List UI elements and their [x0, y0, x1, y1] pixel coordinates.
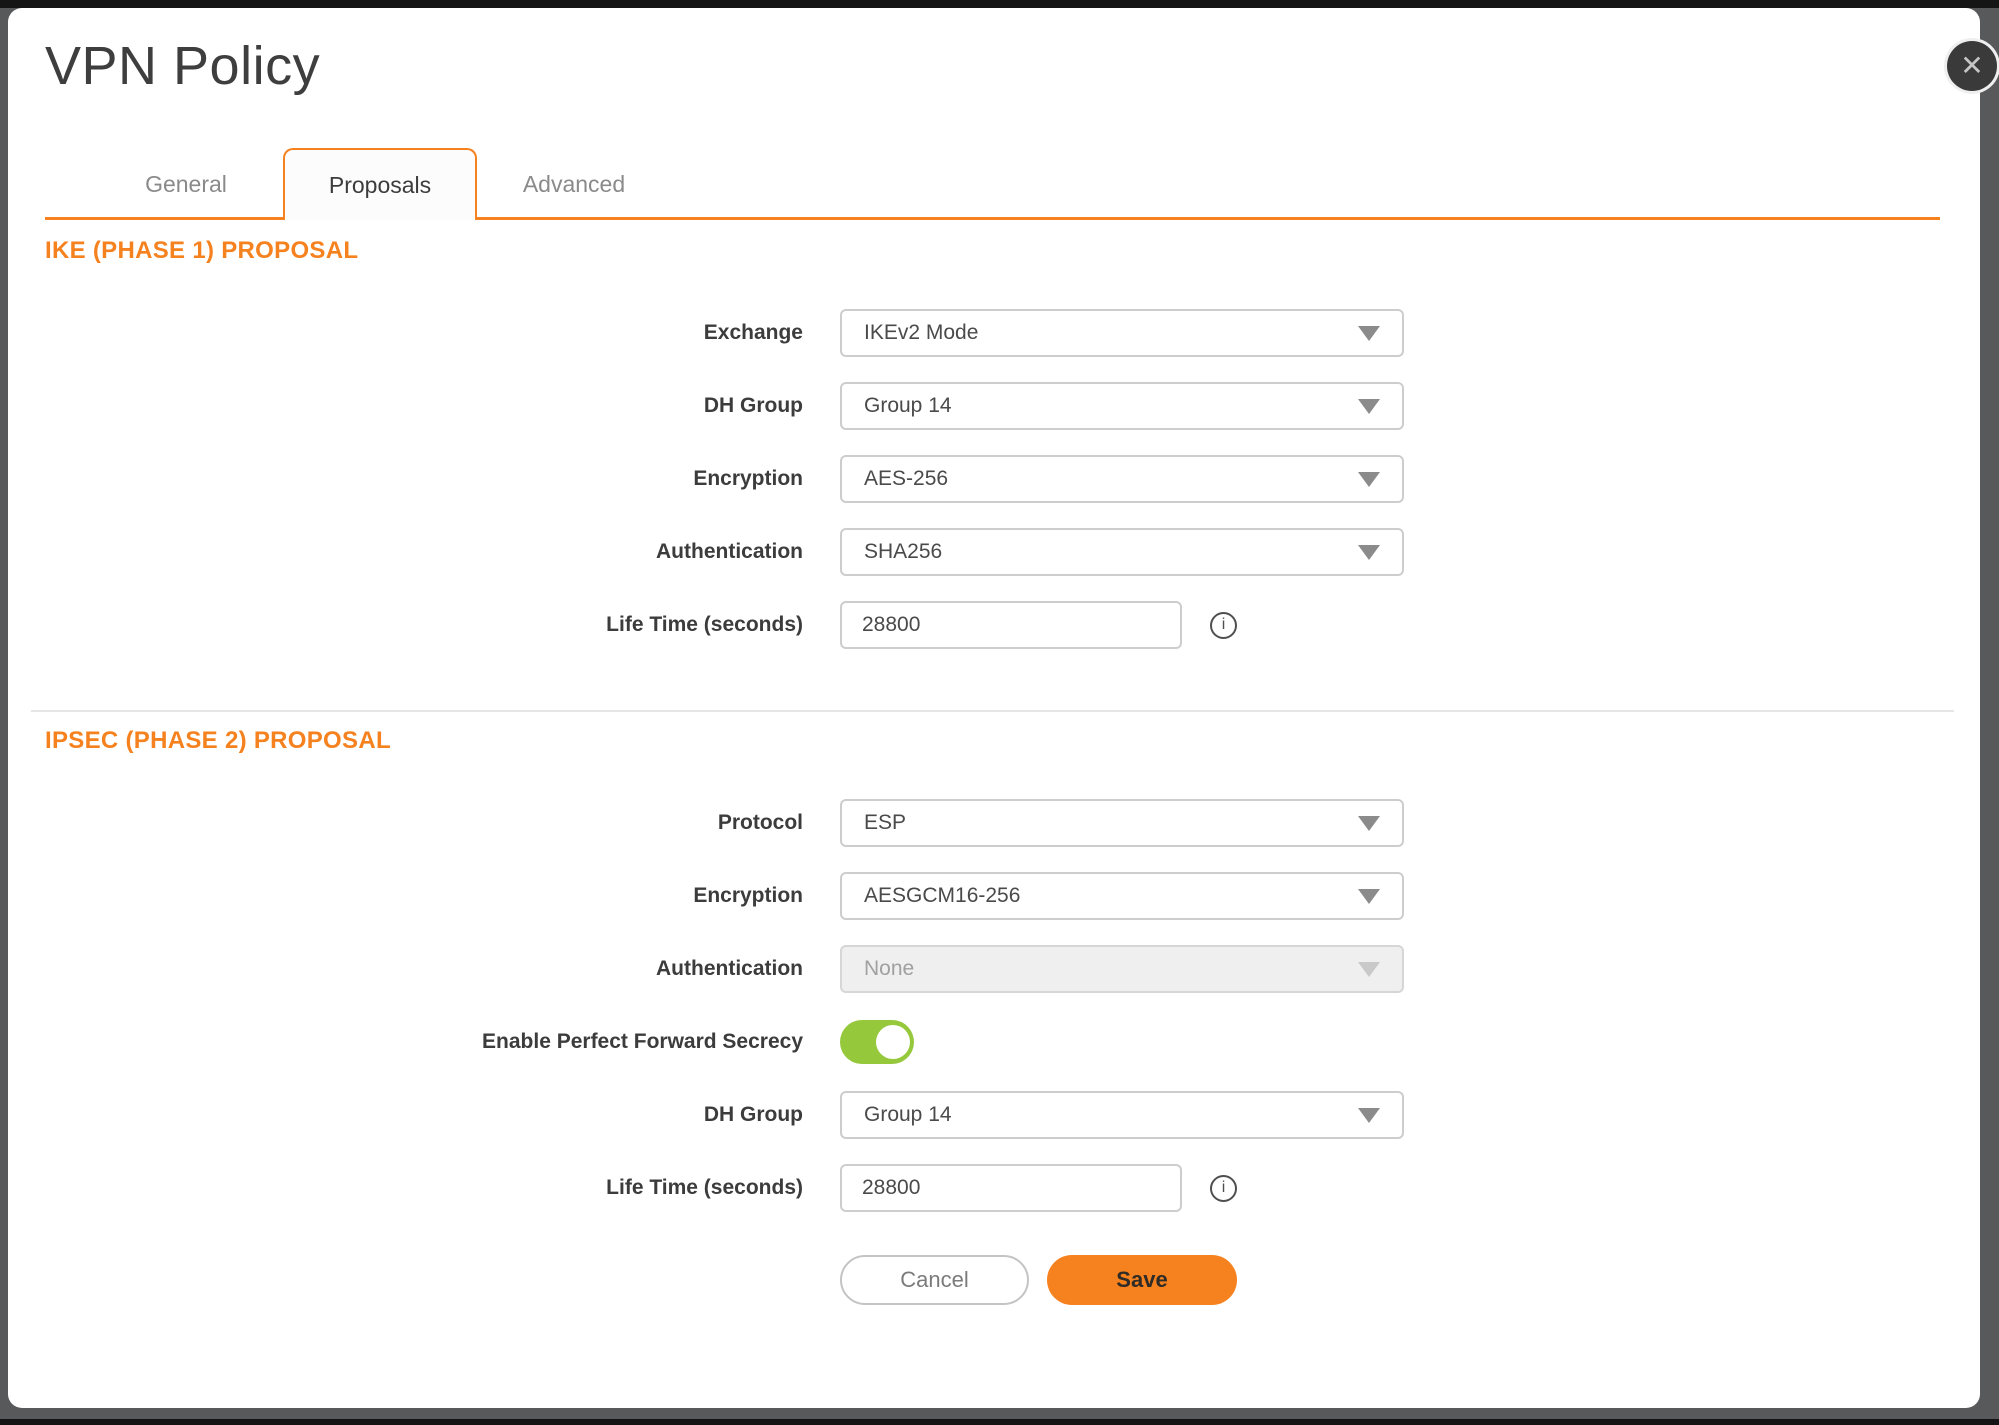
ipsec-dh-group-value: Group 14	[842, 1103, 952, 1127]
ike-encryption-value: AES-256	[842, 467, 948, 491]
pfs-toggle-knob	[876, 1025, 910, 1059]
cancel-button[interactable]: Cancel	[840, 1255, 1029, 1305]
chevron-down-icon	[1358, 889, 1380, 904]
chevron-down-icon	[1358, 326, 1380, 341]
ike-encryption-select[interactable]: AES-256	[840, 455, 1404, 503]
exchange-value: IKEv2 Mode	[842, 321, 978, 345]
exchange-select[interactable]: IKEv2 Mode	[840, 309, 1404, 357]
chevron-down-icon	[1358, 399, 1380, 414]
page-title: VPN Policy	[45, 34, 1940, 98]
ike-dh-group-row: DH Group Group 14	[45, 382, 1940, 430]
ipsec-dh-group-row: DH Group Group 14	[45, 1091, 1940, 1139]
chevron-down-icon	[1358, 816, 1380, 831]
pfs-row: Enable Perfect Forward Secrecy	[45, 1018, 1940, 1066]
info-icon[interactable]: i	[1210, 612, 1237, 639]
exchange-label: Exchange	[45, 321, 803, 345]
ipsec-life-time-input[interactable]	[840, 1164, 1182, 1212]
chevron-down-icon	[1358, 1108, 1380, 1123]
ipsec-encryption-value: AESGCM16-256	[842, 884, 1020, 908]
info-icon[interactable]: i	[1210, 1175, 1237, 1202]
ike-authentication-select[interactable]: SHA256	[840, 528, 1404, 576]
ike-authentication-value: SHA256	[842, 540, 942, 564]
ipsec-life-time-row: Life Time (seconds) i	[45, 1164, 1940, 1212]
footer-buttons: Cancel Save	[840, 1255, 1940, 1305]
ike-encryption-label: Encryption	[45, 467, 803, 491]
ipsec-phase2-heading: IPSEC (PHASE 2) PROPOSAL	[45, 726, 1940, 756]
pfs-toggle[interactable]	[840, 1020, 914, 1064]
chevron-down-icon	[1358, 472, 1380, 487]
screenshot-frame: VPN Policy General Proposals Advanced IK…	[0, 0, 1999, 1425]
window-frame-top	[0, 0, 1999, 8]
ipsec-dh-group-select[interactable]: Group 14	[840, 1091, 1404, 1139]
ike-encryption-row: Encryption AES-256	[45, 455, 1940, 503]
ipsec-authentication-select-disabled: None	[840, 945, 1404, 993]
chevron-down-icon	[1358, 545, 1380, 560]
ipsec-authentication-label: Authentication	[45, 957, 803, 981]
save-button[interactable]: Save	[1047, 1255, 1237, 1305]
tab-advanced[interactable]: Advanced	[477, 148, 671, 220]
chevron-down-icon	[1358, 962, 1380, 977]
ike-dh-group-select[interactable]: Group 14	[840, 382, 1404, 430]
ike-life-time-label: Life Time (seconds)	[45, 613, 803, 637]
tab-general-label: General	[145, 171, 227, 198]
protocol-row: Protocol ESP	[45, 799, 1940, 847]
pfs-label: Enable Perfect Forward Secrecy	[45, 1030, 803, 1054]
info-icon-glyph: i	[1222, 1179, 1226, 1197]
ipsec-encryption-label: Encryption	[45, 884, 803, 908]
ipsec-encryption-row: Encryption AESGCM16-256	[45, 872, 1940, 920]
ipsec-dh-group-label: DH Group	[45, 1103, 803, 1127]
tab-general[interactable]: General	[89, 148, 283, 220]
ike-authentication-label: Authentication	[45, 540, 803, 564]
window-frame-bottom	[0, 1419, 1999, 1425]
tab-bar: General Proposals Advanced	[45, 148, 1940, 220]
tab-proposals[interactable]: Proposals	[283, 148, 477, 220]
ipsec-authentication-row: Authentication None	[45, 945, 1940, 993]
protocol-value: ESP	[842, 811, 906, 835]
ike-phase1-heading: IKE (PHASE 1) PROPOSAL	[45, 236, 1940, 266]
ipsec-life-time-label: Life Time (seconds)	[45, 1176, 803, 1200]
ike-dh-group-value: Group 14	[842, 394, 952, 418]
tab-proposals-label: Proposals	[329, 172, 431, 199]
ipsec-authentication-value: None	[842, 957, 914, 981]
ike-dh-group-label: DH Group	[45, 394, 803, 418]
tab-advanced-label: Advanced	[523, 171, 625, 198]
protocol-label: Protocol	[45, 811, 803, 835]
ike-life-time-input[interactable]	[840, 601, 1182, 649]
vpn-policy-dialog: VPN Policy General Proposals Advanced IK…	[8, 8, 1980, 1408]
exchange-row: Exchange IKEv2 Mode	[45, 309, 1940, 357]
dialog-content: VPN Policy General Proposals Advanced IK…	[8, 34, 1980, 1305]
info-icon-glyph: i	[1222, 616, 1226, 634]
protocol-select[interactable]: ESP	[840, 799, 1404, 847]
close-button[interactable]: ✕	[1944, 38, 1999, 94]
ike-life-time-row: Life Time (seconds) i	[45, 601, 1940, 649]
ipsec-encryption-select[interactable]: AESGCM16-256	[840, 872, 1404, 920]
ike-authentication-row: Authentication SHA256	[45, 528, 1940, 576]
section-divider	[31, 710, 1954, 712]
close-icon: ✕	[1960, 52, 1983, 80]
